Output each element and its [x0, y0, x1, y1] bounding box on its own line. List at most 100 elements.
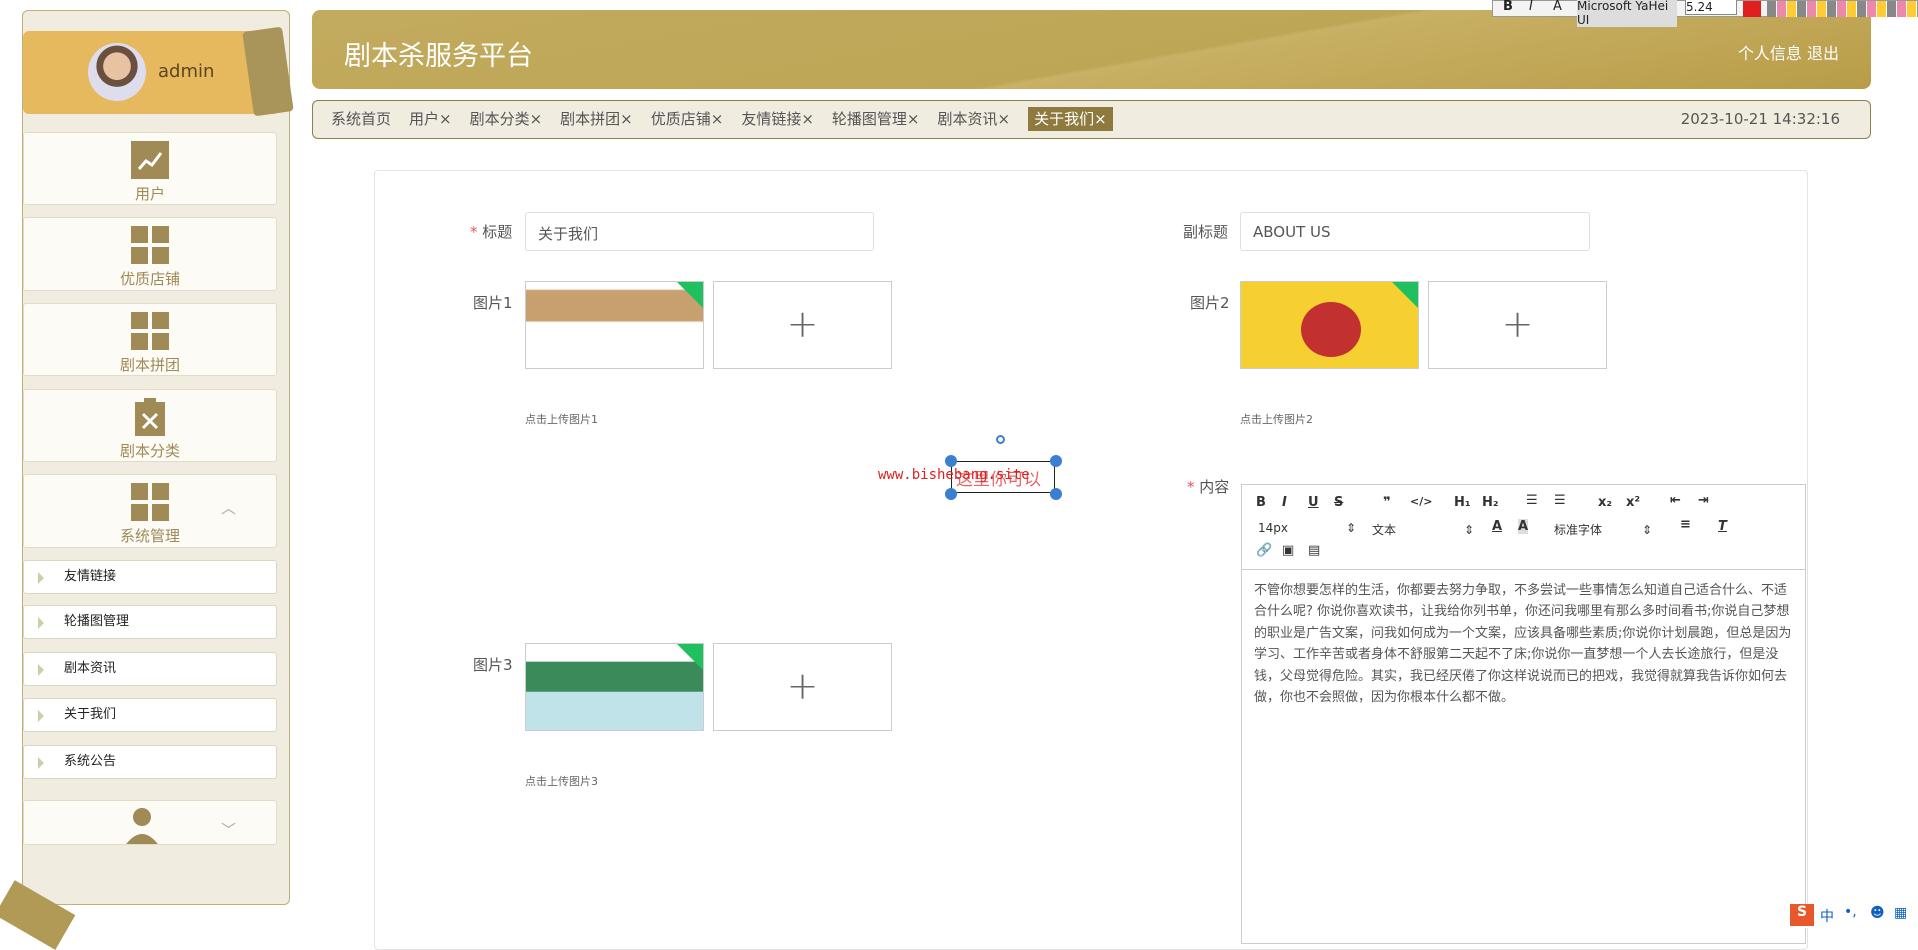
outline-text-icon[interactable]: A [1553, 0, 1562, 14]
pic3-upload-button[interactable]: + [713, 643, 892, 731]
h1-icon[interactable]: H₁ [1454, 495, 1471, 510]
logout-link[interactable]: 退出 [1807, 44, 1839, 63]
background-color-icon[interactable]: A [1518, 519, 1529, 534]
font-color-icon[interactable]: A [1492, 519, 1502, 534]
menu-label: 优质店铺 [119, 270, 180, 288]
sidebar: admin 用户 优质店铺 剧本拼团 剧本分类 系统管理 ︿ 友情链接 轮播图管… [22, 10, 294, 905]
bullet-list-icon[interactable]: ☰ [1554, 493, 1566, 508]
tab-users[interactable]: 用户× [409, 101, 452, 138]
tab-about[interactable]: 关于我们× [1028, 107, 1113, 131]
bold-icon[interactable]: B [1503, 0, 1513, 14]
user-card: admin [23, 31, 279, 114]
ordered-list-icon[interactable]: ☰ [1526, 493, 1538, 508]
profile-link[interactable]: 个人信息 [1738, 44, 1802, 63]
title-input[interactable]: 关于我们 [525, 212, 874, 251]
image-icon[interactable]: ▣ [1282, 543, 1294, 558]
rotate-handle-icon[interactable] [996, 435, 1005, 444]
resize-handle[interactable] [945, 488, 957, 500]
header-links: 个人信息 退出 [1738, 40, 1839, 64]
tab-bar: 系统首页 用户× 剧本分类× 剧本拼团× 优质店铺× 友情链接× 轮播图管理× 剧本资讯× 关于… [312, 100, 1871, 139]
sogou-logo-icon[interactable]: S [1790, 904, 1814, 926]
pic3-hint: 点击上传图片3 [525, 775, 598, 788]
success-badge [1392, 282, 1418, 308]
tab-shops[interactable]: 优质店铺× [651, 101, 724, 138]
subtitle-label: 副标题 [1183, 223, 1229, 241]
emoji-icon[interactable]: ☻ [1870, 905, 1885, 921]
tab-news[interactable]: 剧本资讯× [937, 101, 1010, 138]
clear-format-icon[interactable]: T [1718, 519, 1727, 534]
bold-icon[interactable]: B [1256, 495, 1266, 510]
subtitle-input[interactable]: ABOUT US [1240, 212, 1590, 251]
drum-graphic [1301, 302, 1361, 357]
pic2-upload-button[interactable]: + [1428, 281, 1607, 369]
underline-icon[interactable]: U [1308, 495, 1319, 510]
pic2-thumbnail[interactable] [1240, 281, 1419, 369]
italic-icon[interactable]: I [1282, 495, 1287, 510]
sidebar-subitem[interactable]: 剧本资讯 [23, 652, 277, 686]
menu-label: 用户 [134, 185, 165, 203]
resize-handle[interactable] [1050, 488, 1062, 500]
pic1-hint: 点击上传图片1 [525, 413, 598, 426]
ime-bar: S 中 •, ☻ ▦ [1790, 904, 1918, 928]
menu-label: 剧本拼团 [119, 356, 180, 374]
app-title: 剧本杀服务平台 [344, 41, 533, 72]
font-size-select[interactable]: 5.24 [1685, 0, 1737, 15]
align-icon[interactable]: ≡ [1680, 517, 1691, 532]
sidebar-menu-categories[interactable]: 剧本分类 [23, 389, 277, 462]
link-icon[interactable]: 🔗 [1256, 543, 1272, 558]
menu-label: 系统管理 [119, 527, 180, 545]
punctuation-icon[interactable]: •, [1844, 904, 1857, 920]
outdent-icon[interactable]: ⇤ [1670, 493, 1681, 508]
pic1-thumbnail[interactable] [525, 281, 704, 369]
font-family-select[interactable]: 标准字体 ⇕ [1554, 521, 1652, 538]
person-icon [126, 808, 158, 844]
italic-icon[interactable]: I [1529, 0, 1533, 14]
code-icon[interactable]: </> [1410, 495, 1432, 508]
color-swatch[interactable] [1743, 1, 1761, 17]
ime-mode[interactable]: 中 [1820, 906, 1834, 926]
quote-icon[interactable]: ❞ [1383, 495, 1391, 510]
strike-icon[interactable]: S [1334, 495, 1343, 510]
sidebar-menu-groups[interactable]: 剧本拼团 [23, 303, 277, 376]
h2-icon[interactable]: H₂ [1482, 495, 1499, 510]
success-badge [677, 644, 703, 670]
pic1-label: 图片1 [473, 294, 513, 312]
header-select[interactable]: 文本 ⇕ [1372, 521, 1474, 538]
pic3-thumbnail[interactable] [525, 643, 704, 731]
font-size-select[interactable]: 14px ⇕ [1258, 521, 1356, 535]
font-select[interactable]: Microsoft YaHei UI [1577, 0, 1677, 27]
caret-right-icon [38, 710, 44, 722]
editor-content[interactable]: 不管你想要怎样的生活，你都要去努力争取，不多尝试一些事情怎么知道自己适合什么、不… [1242, 570, 1805, 718]
sidebar-subitem[interactable]: 友情链接 [23, 560, 277, 594]
sidebar-menu-users[interactable]: 用户 [23, 132, 277, 205]
sidebar-menu-system[interactable]: 系统管理 ︿ [23, 474, 277, 548]
success-badge [677, 282, 703, 308]
close-handle-icon[interactable] [1050, 455, 1062, 467]
title-label: * 标题 [470, 223, 513, 241]
tab-categories[interactable]: 剧本分类× [470, 101, 543, 138]
keyboard-icon[interactable]: ▦ [1894, 905, 1907, 921]
pic1-upload-button[interactable]: + [713, 281, 892, 369]
sidebar-menu-shops[interactable]: 优质店铺 [23, 217, 277, 291]
avatar[interactable] [88, 43, 146, 101]
video-icon[interactable]: ▤ [1308, 543, 1320, 558]
color-palette[interactable] [1767, 1, 1917, 17]
tab-groups[interactable]: 剧本拼团× [560, 101, 633, 138]
indent-icon[interactable]: ⇥ [1698, 493, 1709, 508]
superscript-icon[interactable]: x² [1626, 495, 1640, 510]
sidebar-menu-profile[interactable]: ﹀ [23, 800, 277, 845]
content-label: * 内容 [1187, 478, 1230, 496]
pic3-label: 图片3 [473, 656, 513, 674]
resize-handle[interactable] [945, 455, 957, 467]
tab-home[interactable]: 系统首页 [331, 101, 391, 138]
sidebar-subitem[interactable]: 轮播图管理 [23, 605, 277, 639]
subscript-icon[interactable]: x₂ [1598, 495, 1612, 510]
subitem-label: 关于我们 [64, 707, 117, 722]
sidebar-subitem[interactable]: 关于我们 [23, 698, 277, 732]
tab-links[interactable]: 友情链接× [741, 101, 814, 138]
sidebar-subitem[interactable]: 系统公告 [23, 745, 277, 779]
text-annotation[interactable]: 这里你可以 www.bishebang.site [878, 435, 1062, 500]
tab-carousel[interactable]: 轮播图管理× [832, 101, 920, 138]
caret-right-icon [38, 757, 44, 769]
clock: 2023-10-21 14:32:16 [1680, 110, 1840, 128]
